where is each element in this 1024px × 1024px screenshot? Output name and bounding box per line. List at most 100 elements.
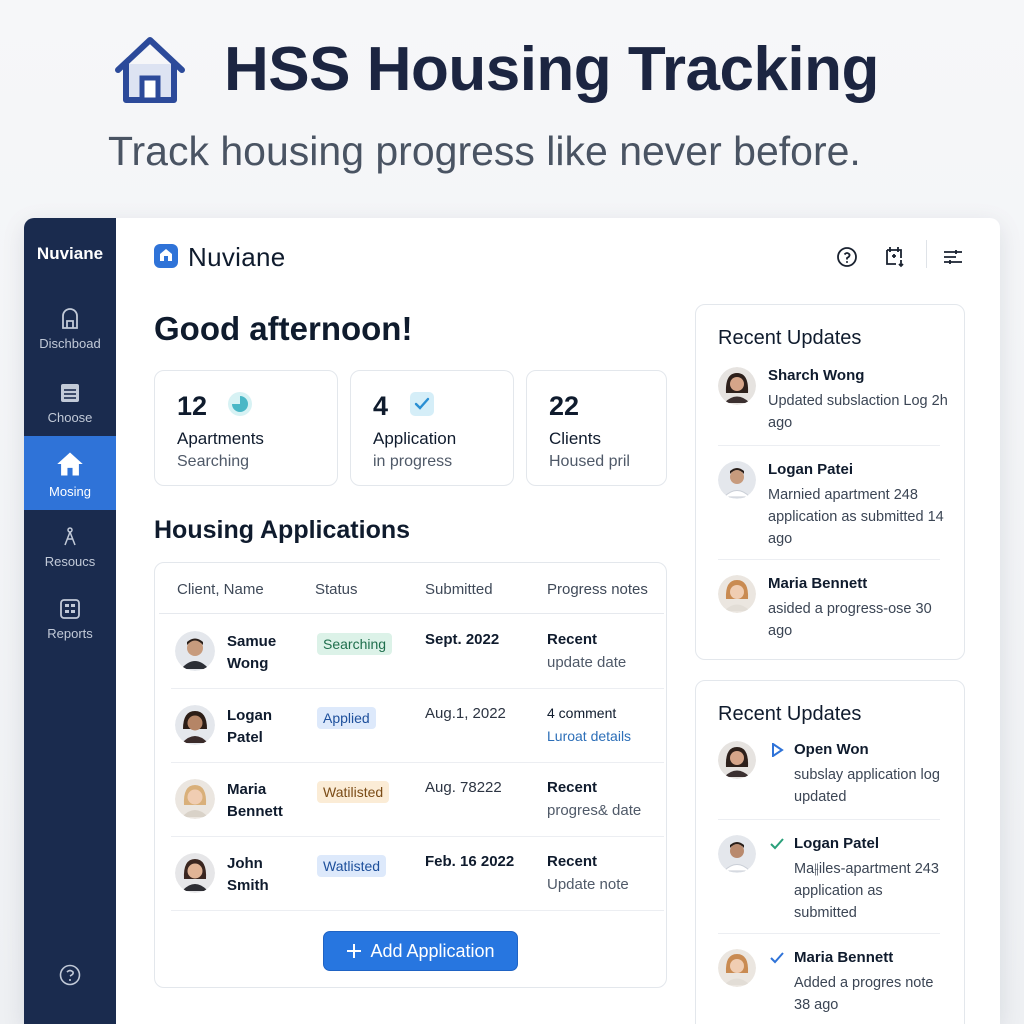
submitted-date: Sept. 2022 [425, 631, 500, 648]
sidebar-brand: Nuviane [36, 244, 104, 263]
stat-number: 22 [549, 391, 580, 421]
hero-header: HSS Housing Tracking Track housing progr… [0, 0, 1024, 210]
status-badge: Watlisted [317, 855, 387, 877]
progress-note-title: 4 comment [547, 705, 617, 721]
check-icon [770, 952, 784, 964]
sidebar-item-label: Dischboad [39, 336, 101, 351]
status-badge: Applied [317, 707, 376, 729]
update-author: Maria Bennett [794, 949, 894, 966]
column-header[interactable]: Status [315, 581, 358, 598]
update-text: Ma⫲iles-apartment 243 application as sub… [794, 861, 939, 921]
avatar [718, 741, 756, 779]
stat-number: 4 [373, 391, 389, 421]
info-icon[interactable] [59, 964, 81, 986]
column-header[interactable]: Client, Name [177, 581, 264, 598]
status-badge: Watilisted [317, 781, 390, 803]
sidebar-item-dashboard[interactable]: Dischboad [24, 296, 116, 370]
stat-card-applications[interactable]: 4 Application in progress [350, 370, 514, 486]
update-item[interactable]: Logan Patei Marnied apartment 248 applic… [696, 461, 966, 561]
stat-label: Clients [549, 429, 601, 448]
item-divider [718, 933, 940, 934]
progress-note-link[interactable]: Luroat details [547, 728, 631, 744]
sidebar-item-label: Choose [47, 410, 93, 425]
item-divider [718, 819, 940, 820]
update-item[interactable]: Open Won subslay application log updated [696, 741, 966, 821]
stat-sublabel: in progress [373, 453, 453, 470]
sidebar-item-resources[interactable]: Resoucs [24, 514, 116, 588]
avatar [718, 461, 756, 499]
progress-note-title: Recent [547, 853, 598, 870]
update-text: Added a progres note 38 ago [794, 975, 934, 1013]
update-author: Open Won [794, 741, 869, 758]
update-text: Updated subslaction Log 2h ago [768, 393, 948, 431]
item-divider [718, 445, 940, 446]
check-icon [410, 392, 434, 416]
table-row[interactable]: Maria Bennett Watilisted Aug. 78222 Rece… [155, 763, 668, 837]
help-icon[interactable] [836, 246, 858, 268]
progress-note-detail: update date [547, 654, 627, 671]
item-divider [718, 559, 940, 560]
applications-table: Client, Name Status Submitted Progress n… [154, 562, 667, 988]
sidebar-item-reports[interactable]: Reports [24, 586, 116, 660]
search-status-icon [228, 392, 252, 416]
client-name: Samue Wong [227, 633, 277, 672]
recent-updates-card: Recent Updates Sharch Wong Updated subsl… [695, 304, 965, 660]
document-icon [61, 384, 79, 402]
table-row[interactable]: Samue Wong Searching Sept. 2022 Recent u… [155, 615, 668, 689]
progress-note-title: Recent [547, 631, 598, 648]
update-item[interactable]: Maria Bennett Added a progres note 38 ag… [696, 949, 966, 1019]
column-header[interactable]: Submitted [425, 581, 493, 598]
submitted-date: Aug. 78222 [425, 779, 502, 796]
sidebar-item-choose[interactable]: Choose [24, 370, 116, 444]
avatar [175, 705, 215, 745]
update-text: subslay application log updated [794, 767, 940, 805]
client-name: Maria Bennett [227, 781, 283, 820]
sidebar: Nuviane Dischboad Choose Mosing Resoucs … [24, 218, 116, 1024]
house-icon [115, 37, 185, 103]
stat-label: Application [373, 429, 457, 448]
progress-note-title: Recent [547, 779, 598, 796]
sidebar-item-label: Mosing [49, 484, 91, 499]
update-author: Sharch Wong [768, 367, 865, 384]
plus-icon [347, 944, 362, 958]
add-calendar-icon[interactable] [884, 246, 906, 268]
client-name: John Smith [227, 855, 269, 894]
update-item[interactable]: Maria Bennett asided a progress-ose 30 a… [696, 575, 966, 645]
avatar [718, 575, 756, 613]
app-window: Nuviane Dischboad Choose Mosing Resoucs … [24, 218, 1000, 1024]
main-content: Nuviane Good afternoon! 12 Apartments Se… [116, 218, 1000, 1024]
row-divider [171, 910, 664, 911]
column-header[interactable]: Progress notes [547, 581, 648, 598]
sidebar-item-label: Reports [47, 626, 93, 641]
dashboard-icon [62, 308, 78, 329]
avatar [175, 631, 215, 671]
stat-card-clients[interactable]: 22 Clients Housed pril [526, 370, 667, 486]
filter-icon[interactable] [942, 246, 964, 268]
hero-title: HSS Housing Tracking [224, 35, 879, 104]
add-application-button[interactable]: Add Application [323, 931, 518, 971]
greeting: Good afternoon! [154, 310, 413, 347]
update-item[interactable]: Logan Patel Ma⫲iles-apartment 243 applic… [696, 835, 966, 935]
table-row[interactable]: Logan Patel Applied Aug.1, 2022 4 commen… [155, 689, 668, 763]
stat-label: Apartments [177, 429, 264, 448]
topbar-brand: Nuviane [188, 242, 286, 272]
update-text: asided a progress-ose 30 ago [768, 601, 932, 639]
card-title: Recent Updates [718, 703, 862, 725]
avatar [175, 779, 215, 819]
header-divider [159, 613, 664, 614]
brand-logo-icon [154, 244, 178, 268]
stat-card-apartments[interactable]: 12 Apartments Searching [154, 370, 338, 486]
update-author: Maria Bennett [768, 575, 868, 592]
update-text: Marnied apartment 248 application as sub… [768, 487, 944, 547]
submitted-date: Feb. 16 2022 [425, 853, 515, 870]
status-badge: Searching [317, 633, 393, 655]
recent-updates-card-secondary: Recent Updates Open Won subslay applicat… [695, 680, 965, 1024]
card-title: Recent Updates [718, 327, 862, 349]
progress-note-detail: progres& date [547, 802, 642, 819]
toolbar-divider [926, 240, 927, 268]
stat-number: 12 [177, 391, 208, 421]
avatar [175, 853, 215, 893]
sidebar-item-housing[interactable]: Mosing [24, 436, 116, 510]
update-item[interactable]: Sharch Wong Updated subslaction Log 2h a… [696, 367, 966, 447]
table-row[interactable]: John Smith Watlisted Feb. 16 2022 Recent… [155, 837, 668, 911]
